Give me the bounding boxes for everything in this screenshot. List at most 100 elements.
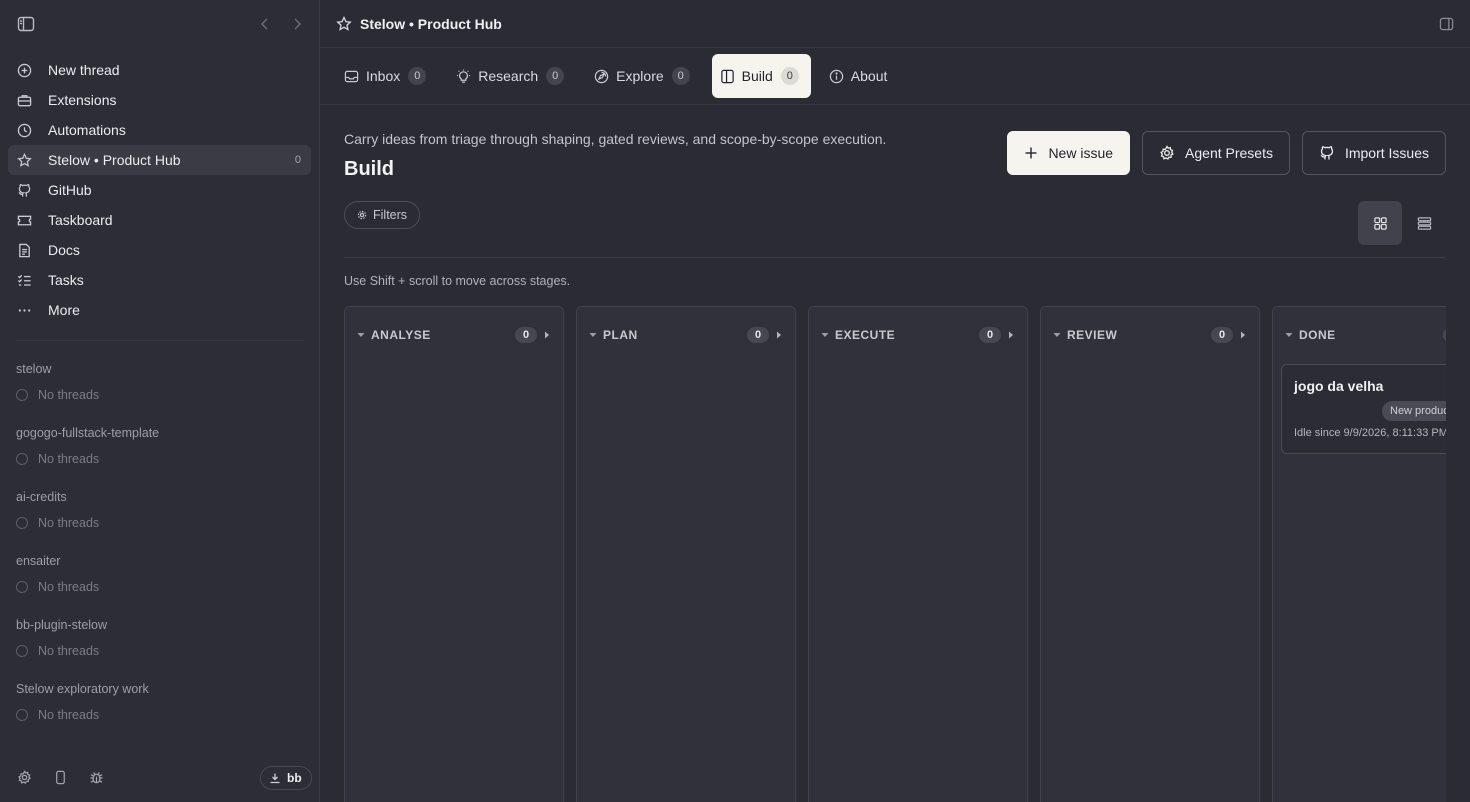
- thread-groups: stelow No threads gogogo-fullstack-templ…: [16, 356, 304, 740]
- column-header[interactable]: DONE 1: [1273, 325, 1446, 345]
- empty-threads: No threads: [16, 382, 304, 408]
- column-header[interactable]: REVIEW 0: [1041, 325, 1259, 345]
- tab-about[interactable]: About: [821, 54, 900, 98]
- filters-button[interactable]: Filters: [344, 201, 421, 229]
- right-panel-toggle-icon[interactable]: [1439, 17, 1454, 31]
- plus-icon: [1024, 146, 1038, 160]
- sidebar-item-more[interactable]: More: [8, 295, 311, 325]
- empty-threads-label: No threads: [38, 516, 100, 530]
- bug-icon[interactable]: [89, 770, 104, 785]
- column-execute: EXECUTE 0: [808, 306, 1028, 802]
- clock-icon: [16, 122, 32, 138]
- plus-circle-icon: [16, 62, 32, 78]
- caret-down-icon: [1053, 331, 1061, 339]
- chevron-right-icon[interactable]: [290, 16, 304, 32]
- sidebar-item-docs[interactable]: Docs: [8, 235, 311, 265]
- caret-right-icon[interactable]: [543, 331, 551, 339]
- download-icon: [270, 773, 280, 784]
- sidebar-item-label: New thread: [48, 62, 120, 78]
- column-count-badge: 0: [747, 327, 769, 343]
- issue-card-title: jogo da velha: [1294, 378, 1384, 394]
- github-icon: [16, 182, 32, 198]
- thread-group-name[interactable]: ai-credits: [16, 484, 304, 510]
- kanban-board[interactable]: ANALYSE 0 PLAN 0 EXECUTE 0 REVIEW 0 DONE…: [344, 306, 1446, 802]
- section-divider: [344, 257, 1446, 258]
- gear-icon: [1159, 145, 1175, 161]
- column-header[interactable]: EXECUTE 0: [809, 325, 1027, 345]
- empty-circle-icon: [16, 645, 28, 657]
- settings-gear-icon[interactable]: [17, 770, 32, 785]
- star-icon[interactable]: [336, 16, 352, 32]
- column-name: ANALYSE: [371, 328, 431, 342]
- thread-group-name[interactable]: bb-plugin-stelow: [16, 612, 304, 638]
- sidebar-item-taskboard[interactable]: Taskboard: [8, 205, 311, 235]
- book-icon: [720, 69, 735, 84]
- inbox-icon: [344, 69, 359, 84]
- tab-explore[interactable]: Explore 0: [586, 54, 701, 98]
- empty-threads: No threads: [16, 702, 304, 728]
- empty-threads: No threads: [16, 446, 304, 472]
- tab-research[interactable]: Research 0: [448, 54, 576, 98]
- empty-circle-icon: [16, 581, 28, 593]
- sidebar-item-automations[interactable]: Automations: [8, 115, 311, 145]
- thread-group-name[interactable]: ensaiter: [16, 548, 304, 574]
- issue-card-meta: Idle since 9/9/2026, 8:11:33 PM: [1294, 427, 1446, 439]
- empty-circle-icon: [16, 389, 28, 401]
- caret-down-icon: [1285, 331, 1293, 339]
- tab-inbox[interactable]: Inbox 0: [336, 54, 438, 98]
- agent-presets-button[interactable]: Agent Presets: [1142, 131, 1290, 175]
- filters-label: Filters: [373, 208, 408, 222]
- caret-down-icon: [821, 331, 829, 339]
- checklist-icon: [16, 272, 32, 288]
- sidebar-item-tasks[interactable]: Tasks: [8, 265, 311, 295]
- new-issue-button[interactable]: New issue: [1007, 131, 1131, 175]
- scroll-hint: Use Shift + scroll to move across stages…: [344, 274, 571, 288]
- sidebar-item-label: Taskboard: [48, 212, 113, 228]
- list-view-button[interactable]: [1402, 201, 1446, 245]
- issue-card[interactable]: jogo da velha New product Idle since 9/9…: [1281, 364, 1446, 454]
- page-actions: New issue Agent Presets Import Issues: [995, 131, 1446, 175]
- grid-view-button[interactable]: [1358, 201, 1402, 245]
- tab-count-badge: 0: [546, 67, 565, 85]
- caret-right-icon[interactable]: [1007, 331, 1015, 339]
- sidebar-item-extensions[interactable]: Extensions: [8, 85, 311, 115]
- sidebar-item-new-thread[interactable]: New thread: [8, 55, 311, 85]
- tab-label: Explore: [616, 68, 664, 84]
- thread-group-name[interactable]: gogogo-fullstack-template: [16, 420, 304, 446]
- user-menu-button[interactable]: bb: [260, 766, 312, 790]
- filter-gear-icon: [357, 210, 367, 220]
- thread-group: stelow No threads: [16, 356, 304, 420]
- sidebar-item-product-hub[interactable]: Stelow • Product Hub 0: [8, 145, 311, 175]
- chevron-left-icon[interactable]: [258, 16, 272, 32]
- sidebar-item-label: Extensions: [48, 92, 117, 108]
- sidebar-toggle-icon[interactable]: [17, 16, 35, 32]
- sidebar-item-github[interactable]: GitHub: [8, 175, 311, 205]
- column-header[interactable]: PLAN 0: [577, 325, 795, 345]
- thread-group: ensaiter No threads: [16, 548, 304, 612]
- empty-threads: No threads: [16, 510, 304, 536]
- column-name: EXECUTE: [835, 328, 896, 342]
- tab-label: Build: [741, 68, 773, 84]
- import-issues-button[interactable]: Import Issues: [1301, 131, 1446, 175]
- column-header[interactable]: ANALYSE 0: [345, 325, 563, 345]
- compass-icon: [594, 69, 609, 84]
- page-title: Build: [344, 158, 394, 180]
- thread-group-name[interactable]: stelow: [16, 356, 304, 382]
- caret-right-icon[interactable]: [1239, 331, 1247, 339]
- mobile-device-icon[interactable]: [53, 770, 68, 785]
- column-review: REVIEW 0: [1040, 306, 1260, 802]
- empty-threads-label: No threads: [38, 708, 100, 722]
- sidebar-item-label: Tasks: [48, 272, 84, 288]
- agent-presets-label: Agent Presets: [1185, 145, 1273, 161]
- issue-card-tag: New product: [1382, 401, 1446, 421]
- column-name: REVIEW: [1067, 328, 1118, 342]
- column-done: DONE 1 jogo da velha New product Idle si…: [1272, 306, 1446, 802]
- thread-group-name[interactable]: Stelow exploratory work: [16, 676, 304, 702]
- tab-build[interactable]: Build 0: [711, 54, 811, 98]
- sidebar-nav: New thread Extensions Automations Stelow…: [8, 55, 311, 325]
- main-content: Stelow • Product Hub Inbox 0 Research 0 …: [320, 0, 1470, 802]
- caret-right-icon[interactable]: [775, 331, 783, 339]
- caret-down-icon: [589, 331, 597, 339]
- top-header: Stelow • Product Hub: [320, 0, 1470, 48]
- ellipsis-icon: [16, 302, 32, 318]
